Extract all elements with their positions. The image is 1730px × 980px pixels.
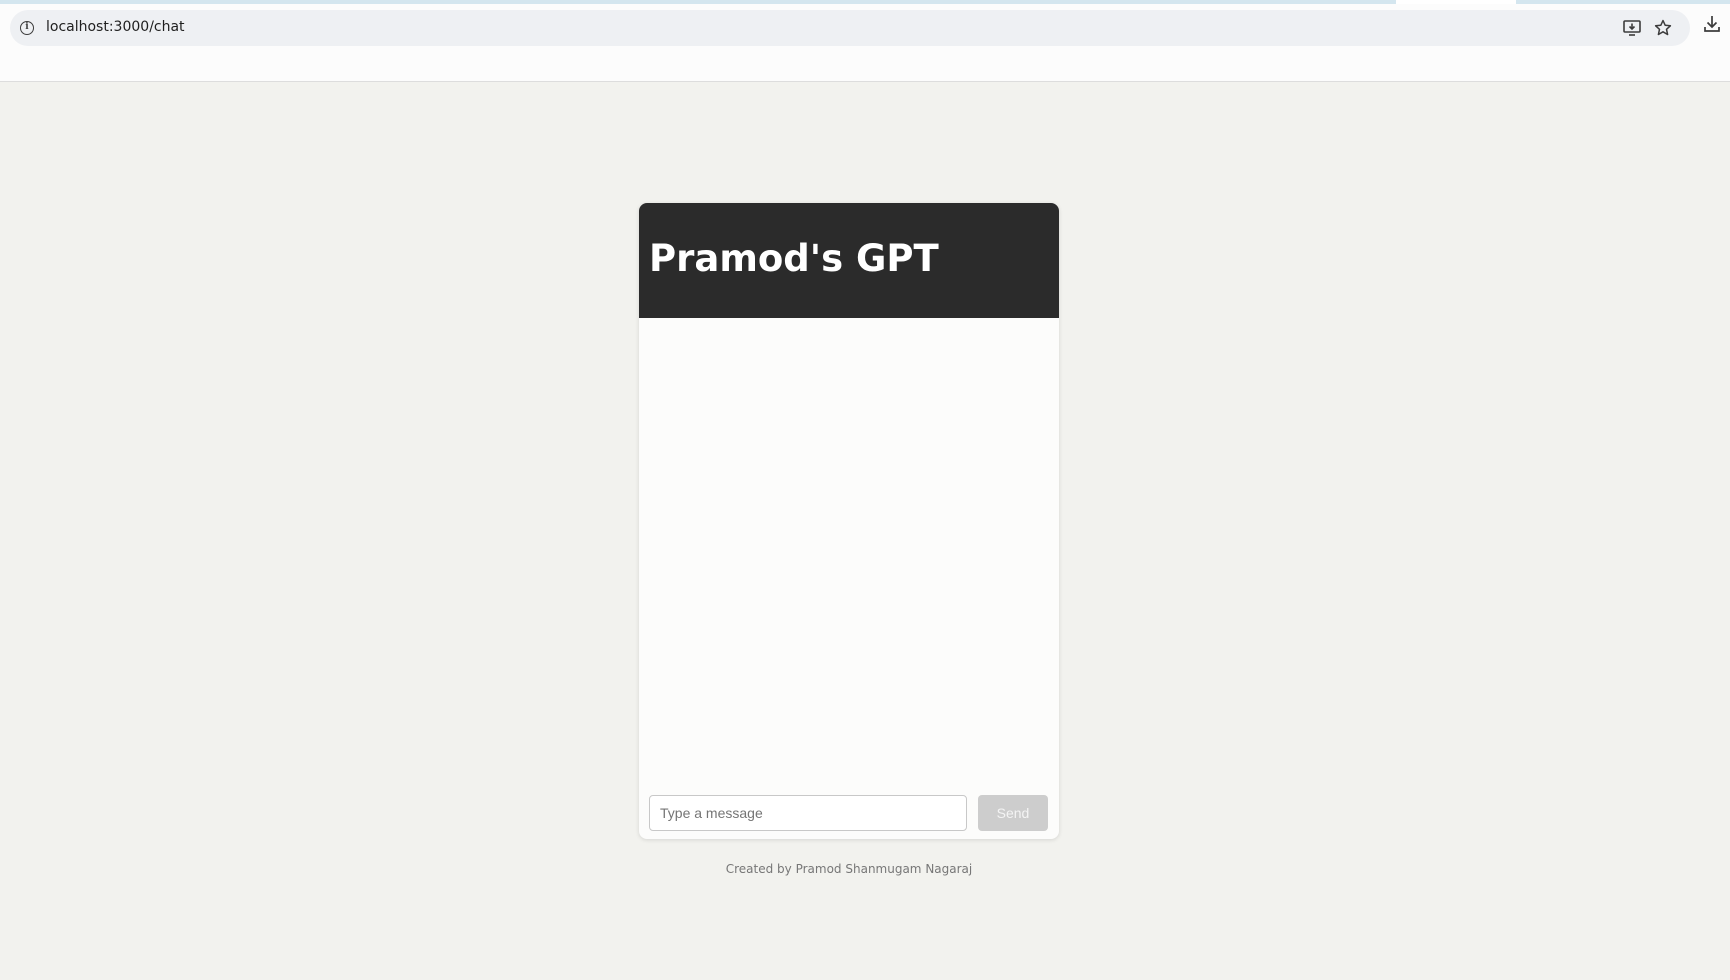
chat-title: Pramod's GPT xyxy=(649,237,939,280)
message-list[interactable] xyxy=(639,318,1059,783)
browser-toolbar: i localhost:3000/chat xyxy=(0,4,1730,82)
download-icon[interactable] xyxy=(1702,14,1722,34)
install-app-icon[interactable] xyxy=(1622,18,1642,38)
send-button[interactable]: Send xyxy=(978,795,1048,831)
address-bar[interactable]: i localhost:3000/chat xyxy=(10,10,1690,46)
message-input[interactable] xyxy=(649,795,967,831)
address-url[interactable]: localhost:3000/chat xyxy=(46,19,185,35)
message-composer: Send xyxy=(639,783,1059,839)
star-icon[interactable] xyxy=(1653,18,1673,38)
chat-header: Pramod's GPT xyxy=(639,203,1059,318)
chat-window: Pramod's GPT Send xyxy=(639,203,1059,839)
footer-credit: Created by Pramod Shanmugam Nagaraj xyxy=(725,862,973,876)
info-icon[interactable]: i xyxy=(20,21,34,35)
